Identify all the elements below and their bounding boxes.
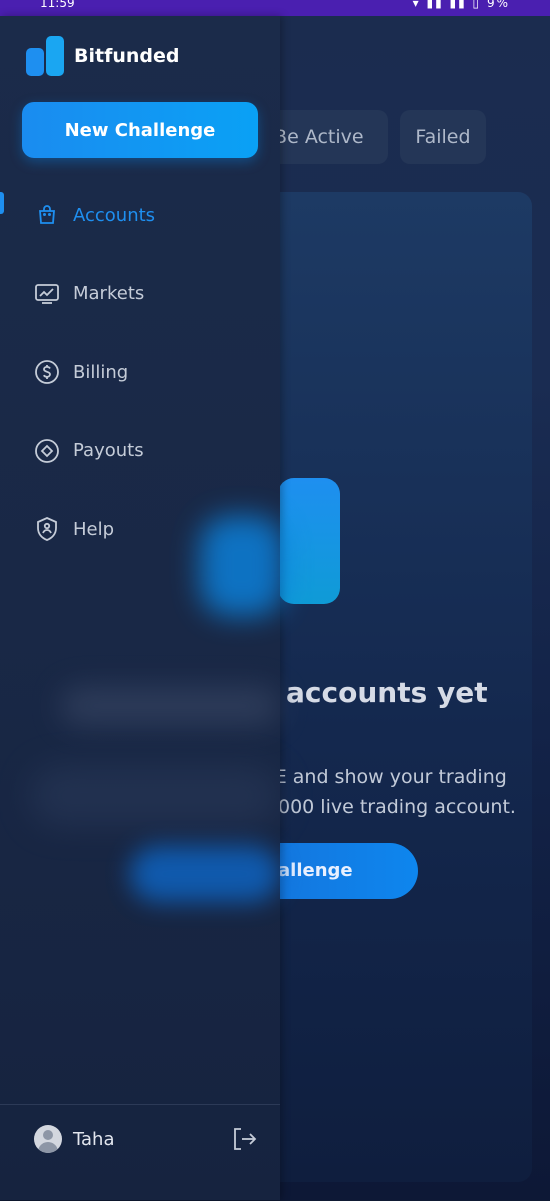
bitfunded-logo-icon	[26, 36, 64, 76]
nav-label-billing: Billing	[73, 361, 129, 383]
empty-state-logo	[278, 478, 340, 604]
chart-icon	[34, 281, 60, 307]
shield-help-icon	[34, 516, 60, 542]
blur-glow	[130, 846, 280, 902]
tab-failed[interactable]: Failed	[400, 110, 486, 164]
active-indicator	[0, 192, 4, 214]
new-challenge-button[interactable]: New Challenge	[22, 102, 258, 158]
brand-name: Bitfunded	[74, 45, 180, 67]
payout-icon	[34, 438, 60, 464]
nav-item-payouts[interactable]: Payouts	[0, 412, 280, 491]
nav-label-help: Help	[73, 518, 115, 540]
nav-label-accounts: Accounts	[73, 204, 156, 226]
status-bar: 11:59 ▾ ▮▮ ▮▮ ▯ 9%	[0, 0, 550, 16]
nav-item-markets[interactable]: Markets	[0, 255, 280, 334]
nav-item-accounts[interactable]: Accounts	[0, 176, 280, 255]
nav-item-help[interactable]: Help	[0, 490, 280, 569]
nav-label-markets: Markets	[73, 283, 145, 305]
navigation-drawer: Bitfunded New Challenge Accounts Markets…	[0, 16, 284, 1201]
nav-item-billing[interactable]: Billing	[0, 333, 280, 412]
avatar[interactable]	[34, 1125, 62, 1153]
drawer-footer: Taha	[0, 1104, 280, 1201]
dollar-icon	[34, 359, 60, 385]
blur-glow	[60, 686, 280, 726]
logout-icon[interactable]	[230, 1125, 258, 1153]
user-name: Taha	[73, 1129, 115, 1150]
drawer-nav: Accounts Markets Billing Payouts Help	[0, 176, 280, 569]
brand[interactable]: Bitfunded	[26, 36, 179, 76]
status-icons: ▾ ▮▮ ▮▮ ▯ 9%	[412, 0, 510, 10]
bag-icon	[34, 202, 60, 228]
status-time: 11:59	[40, 0, 75, 10]
blur-glow	[30, 766, 280, 826]
nav-label-payouts: Payouts	[73, 440, 144, 462]
